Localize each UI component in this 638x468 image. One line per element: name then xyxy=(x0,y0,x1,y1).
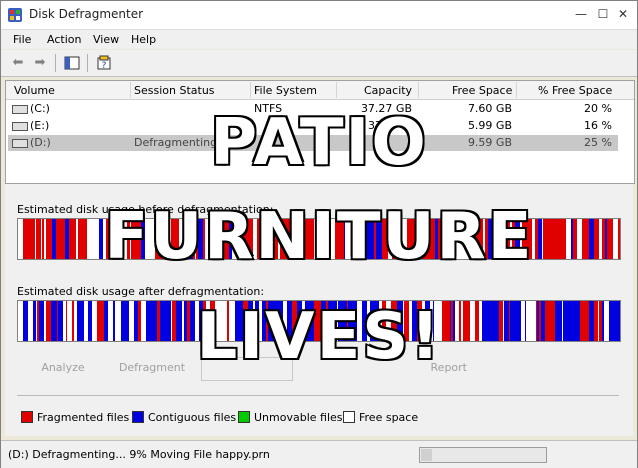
header-capacity[interactable]: Capacity xyxy=(364,84,412,97)
menu-action[interactable]: Action xyxy=(47,33,81,46)
legend-free-label: Free space xyxy=(359,411,419,424)
close-button[interactable]: ✕ xyxy=(613,5,633,23)
back-arrow-icon[interactable]: ⬅ xyxy=(9,54,27,72)
progress-fill xyxy=(421,449,432,461)
help-properties-icon[interactable]: ? xyxy=(95,54,113,72)
volume-list-header: Volume Session Status File System Capaci… xyxy=(6,81,634,100)
free-swatch xyxy=(343,411,355,423)
contiguous-swatch xyxy=(132,411,144,423)
legend-contiguous-label: Contiguous files xyxy=(148,411,237,424)
meme-caption-line-1: PATIO xyxy=(209,105,428,182)
header-divider[interactable] xyxy=(336,82,337,98)
defragmenter-app-icon xyxy=(8,8,22,22)
toolbar-separator xyxy=(55,54,56,72)
progress-bar xyxy=(419,447,547,463)
menu-bar: File Action View Help xyxy=(1,30,637,49)
toolbar-separator xyxy=(87,54,88,72)
status-text: (D:) Defragmenting... 9% Moving File hap… xyxy=(8,448,270,461)
header-divider[interactable] xyxy=(250,82,251,98)
svg-text:?: ? xyxy=(102,61,107,71)
meme-caption-line-2: FURNITURE xyxy=(103,199,534,276)
header-session-status[interactable]: Session Status xyxy=(134,84,215,97)
toolbar: ⬅ ➡ ? xyxy=(1,50,637,77)
legend-free: Free space xyxy=(343,411,418,424)
header-pct-free-space[interactable]: % Free Space xyxy=(538,84,612,97)
header-divider[interactable] xyxy=(418,82,419,98)
status-bar: (D:) Defragmenting... 9% Moving File hap… xyxy=(1,440,637,468)
maximize-button[interactable]: ☐ xyxy=(593,5,613,23)
legend-contiguous: Contiguous files xyxy=(132,411,236,424)
header-file-system[interactable]: File System xyxy=(254,84,317,97)
header-divider[interactable] xyxy=(516,82,517,98)
legend-unmovable-label: Unmovable files xyxy=(254,411,343,424)
unmovable-swatch xyxy=(238,411,250,423)
menu-view[interactable]: View xyxy=(93,33,119,46)
window-title: Disk Defragmenter xyxy=(29,7,144,21)
legend-fragmented-label: Fragmented files xyxy=(37,411,130,424)
header-divider[interactable] xyxy=(130,82,131,98)
forward-arrow-icon[interactable]: ➡ xyxy=(31,54,49,72)
legend-unmovable: Unmovable files xyxy=(238,411,343,424)
after-defrag-label: Estimated disk usage after defragmentati… xyxy=(17,285,265,298)
menu-help[interactable]: Help xyxy=(131,33,156,46)
legend-fragmented: Fragmented files xyxy=(21,411,129,424)
show-hide-tree-icon[interactable] xyxy=(63,54,81,72)
meme-caption-line-3: LIVES! xyxy=(195,299,442,376)
legend-divider xyxy=(17,395,619,396)
menu-file[interactable]: File xyxy=(13,33,31,46)
title-bar: Disk Defragmenter — ☐ ✕ xyxy=(1,1,637,30)
header-volume[interactable]: Volume xyxy=(14,84,55,97)
minimize-button[interactable]: — xyxy=(571,5,591,23)
fragmented-swatch xyxy=(21,411,33,423)
header-free-space[interactable]: Free Space xyxy=(452,84,512,97)
